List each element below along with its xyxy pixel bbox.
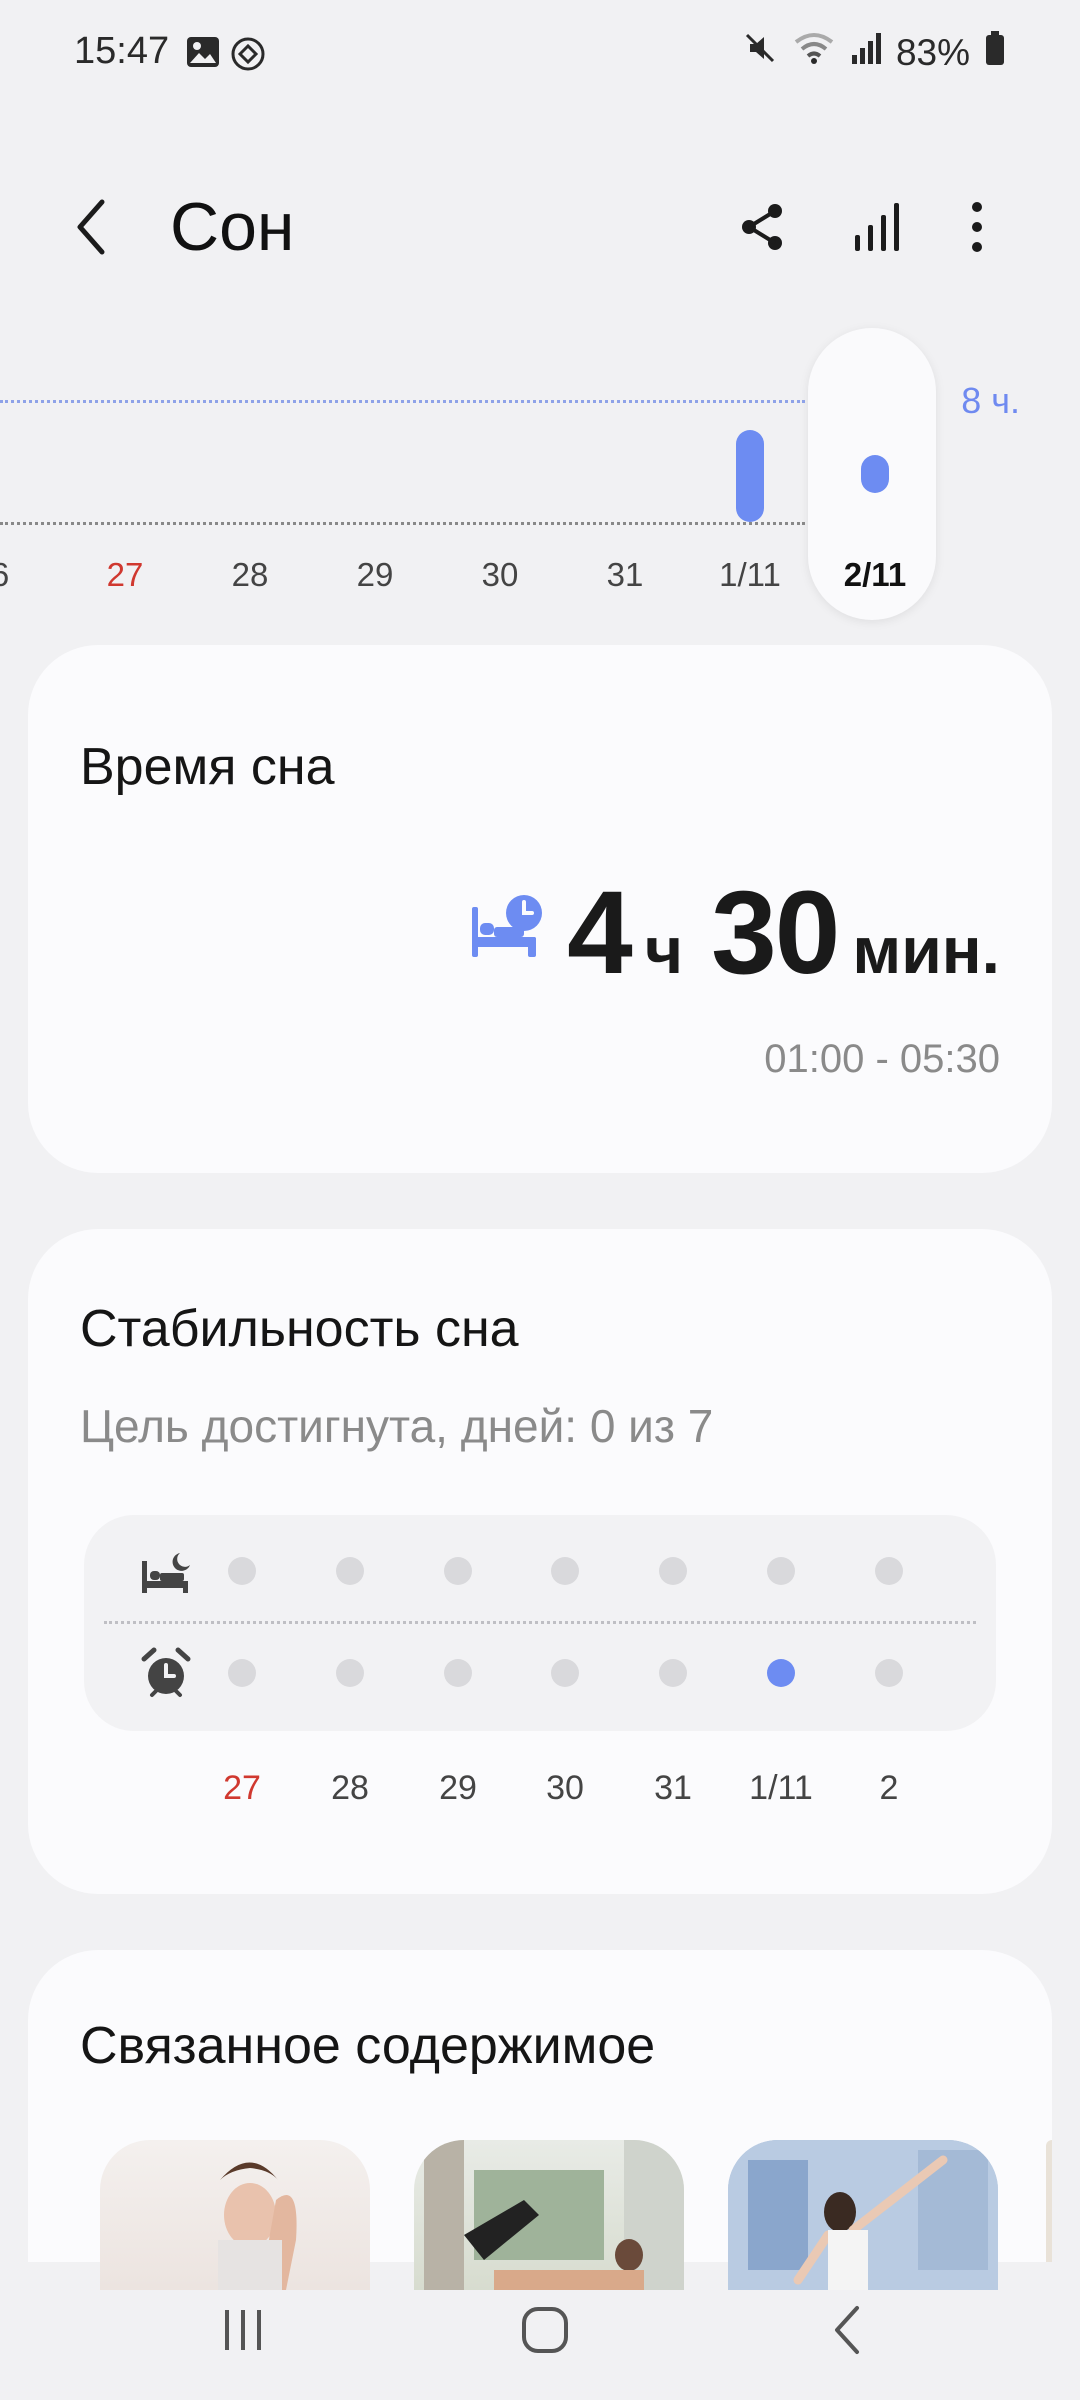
related-content-card[interactable]: Связанное содержимое	[28, 1950, 1052, 2290]
timeline-day-label[interactable]: 29	[357, 556, 394, 594]
gallery-icon	[186, 36, 220, 73]
timeline-day-label[interactable]: 28	[232, 556, 269, 594]
battery-icon	[984, 30, 1006, 75]
timeline-sleep-bar[interactable]	[736, 430, 764, 522]
sleep-hours: 4	[567, 867, 633, 999]
bedtime-day-dot	[336, 1557, 364, 1585]
stability-title: Стабильность сна	[80, 1300, 519, 1358]
home-button[interactable]	[500, 2290, 590, 2370]
wakeup-day-dot	[444, 1659, 472, 1687]
recents-icon	[225, 2310, 261, 2350]
sleep-timeline[interactable]: 8 ч. 6 27 28 29 30 31 1/11 2/11	[0, 320, 1080, 630]
stability-day-label: 28	[331, 1769, 369, 1807]
back-button[interactable]	[70, 192, 130, 262]
back-nav-button[interactable]	[802, 2290, 892, 2370]
wakeup-day-dot	[336, 1659, 364, 1687]
stats-icon	[855, 203, 899, 251]
sleep-stability-card[interactable]: Стабильность сна Цель достигнута, дней: …	[28, 1229, 1052, 1894]
more-icon	[972, 202, 982, 252]
next-thumbnail-edge	[1046, 2140, 1052, 2262]
page-title: Сон	[170, 189, 295, 265]
alarm-icon	[140, 1647, 192, 1704]
stability-divider	[104, 1621, 976, 1624]
wakeup-day-dot	[551, 1659, 579, 1687]
navigation-bar	[0, 2260, 1080, 2400]
timeline-day-label[interactable]: 31	[607, 556, 644, 594]
signal-icon	[850, 31, 882, 74]
bedtime-day-dot	[551, 1557, 579, 1585]
sync-icon	[230, 36, 266, 77]
bedtime-day-dot	[875, 1557, 903, 1585]
back-icon	[77, 199, 105, 255]
stability-day-label: 30	[546, 1769, 584, 1807]
stability-day-label: 1/11	[749, 1769, 813, 1807]
wakeup-day-dot	[659, 1659, 687, 1687]
related-title: Связанное содержимое	[80, 2017, 656, 2075]
back-nav-icon	[835, 2306, 859, 2354]
sleep-duration: 4 ч 30 мин.	[567, 865, 1000, 1001]
stability-subtitle: Цель достигнута, дней: 0 из 7	[80, 1400, 714, 1452]
bedtime-day-dot	[228, 1557, 256, 1585]
sleep-minutes: 30	[711, 867, 840, 999]
status-bar: 15:47 83%	[0, 0, 1080, 110]
stability-day-label: 2	[879, 1769, 899, 1807]
app-header: Сон	[0, 170, 1080, 290]
recents-button[interactable]	[198, 2290, 288, 2370]
bedtime-icon	[140, 1551, 192, 1600]
wakeup-day-dot	[875, 1659, 903, 1687]
timeline-sleep-bar[interactable]	[861, 455, 889, 493]
timeline-day-label[interactable]: 2/11	[844, 556, 906, 594]
stats-button[interactable]	[842, 192, 912, 262]
wakeup-day-dot	[228, 1659, 256, 1687]
bedtime-day-dot	[767, 1557, 795, 1585]
timeline-day-label[interactable]: 1/11	[719, 556, 781, 594]
goal-line	[0, 400, 805, 403]
timeline-day-label[interactable]: 30	[482, 556, 519, 594]
sleep-time-range: 01:00 - 05:30	[764, 1037, 1000, 1081]
share-button[interactable]	[728, 192, 798, 262]
stability-day-label: 31	[654, 1769, 692, 1807]
sleep-hours-unit: ч	[644, 913, 684, 987]
sleep-time-title: Время сна	[80, 738, 335, 796]
bedtime-day-dot	[444, 1557, 472, 1585]
stability-grid	[84, 1515, 996, 1731]
timeline-day-label[interactable]: 27	[107, 556, 144, 594]
goal-label: 8 ч.	[961, 380, 1020, 421]
timeline-day-label[interactable]: 6	[0, 556, 9, 594]
mute-icon	[742, 30, 778, 75]
share-icon	[742, 204, 782, 250]
home-icon	[522, 2307, 568, 2353]
sleep-time-card[interactable]: Время сна 4 ч 30 мин. 01:00 - 05:30	[28, 645, 1052, 1173]
battery-percent: 83%	[895, 31, 970, 73]
bed-clock-icon	[468, 893, 544, 964]
more-options-button[interactable]	[942, 192, 1012, 262]
sleep-minutes-unit: мин.	[852, 913, 1000, 987]
stability-day-label: 29	[439, 1769, 477, 1807]
wakeup-day-dot	[767, 1659, 795, 1687]
wifi-icon	[792, 30, 836, 75]
status-time: 15:47	[74, 30, 170, 72]
stability-day-label: 27	[223, 1769, 261, 1807]
baseline	[0, 522, 805, 525]
bedtime-day-dot	[659, 1557, 687, 1585]
